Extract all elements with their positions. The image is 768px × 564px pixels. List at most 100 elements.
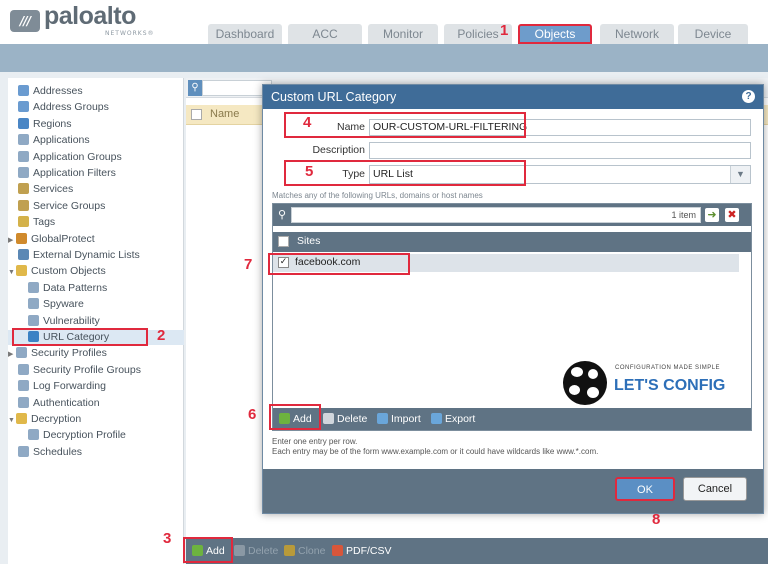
entry-hint-line2: Each entry may be of the form www.exampl… (272, 447, 599, 456)
expand-icon[interactable]: ▶ (8, 233, 16, 248)
sidebar-item-label: Spyware (43, 298, 84, 311)
select-all-checkbox[interactable] (191, 109, 202, 120)
clone-icon (284, 545, 295, 556)
sites-delete-label: Delete (337, 413, 368, 425)
annotation-number-8: 8 (652, 511, 661, 528)
pdf-csv-button[interactable]: PDF/CSV (332, 542, 392, 560)
clear-filter-icon[interactable]: ✖ (725, 208, 739, 222)
sidebar-item-external-dynamic-lists[interactable]: External Dynamic Lists (8, 248, 158, 263)
clone-label: Clone (298, 545, 326, 557)
lock-icon (16, 413, 27, 424)
sidebar-item-globalprotect[interactable]: ▶ GlobalProtect (8, 232, 158, 247)
sites-import-label: Import (391, 413, 421, 425)
application-groups-icon (18, 150, 29, 162)
column-name[interactable]: Name (210, 108, 239, 120)
ok-button[interactable]: OK (615, 477, 675, 501)
clone-button[interactable]: Clone (284, 542, 325, 560)
sidebar-item-application-groups[interactable]: Application Groups (8, 150, 158, 165)
cancel-button[interactable]: Cancel (683, 477, 747, 501)
sidebar-item-application-filters[interactable]: Application Filters (8, 166, 158, 181)
filter-icon (18, 167, 29, 178)
annotation-box-sites-add (269, 404, 321, 430)
sidebar-item-label: Decryption (31, 413, 82, 425)
folder-icon (16, 265, 27, 277)
sidebar-item-label: Schedules (33, 445, 83, 458)
sidebar-item-vulnerability[interactable]: Vulnerability (8, 314, 158, 329)
data-patterns-icon (28, 281, 39, 293)
help-icon[interactable]: ? (742, 90, 755, 103)
sidebar-item-spyware[interactable]: Spyware (8, 297, 158, 312)
sidebar-item-label: Decryption Profile (43, 429, 126, 442)
delete-label: Delete (248, 545, 279, 557)
sites-export-label: Export (445, 413, 476, 425)
sites-column[interactable]: Sites (297, 235, 320, 247)
sites-export-button[interactable]: Export (431, 410, 475, 428)
tab-objects[interactable]: Objects (518, 24, 592, 44)
service-groups-icon (18, 199, 29, 211)
tab-dashboard[interactable]: Dashboard (208, 24, 282, 44)
tab-acc[interactable]: ACC (288, 24, 362, 44)
search-icon[interactable]: ⚲ (275, 207, 289, 223)
bottom-toolbar: Add Delete Clone PDF/CSV (186, 538, 768, 564)
sidebar-item-label: Address Groups (33, 101, 109, 114)
sidebar-item-label: Data Patterns (43, 281, 108, 294)
sidebar-item-label: Applications (33, 134, 90, 147)
delete-button[interactable]: Delete (234, 542, 278, 560)
sidebar-item-service-groups[interactable]: Service Groups (8, 199, 158, 214)
sidebar-item-applications[interactable]: Applications (8, 133, 158, 148)
sites-delete-button[interactable]: Delete (323, 410, 367, 428)
sidebar-item-label: Security Profiles (31, 347, 107, 360)
collapse-icon[interactable]: ▼ (8, 413, 16, 428)
sidebar-item-label: Tags (33, 216, 56, 229)
search-icon[interactable]: ⚲ (188, 80, 202, 96)
tab-device[interactable]: Device (678, 24, 748, 44)
match-hint: Matches any of the following URLs, domai… (272, 191, 483, 200)
description-input[interactable] (369, 142, 751, 159)
sites-select-all-checkbox[interactable] (278, 236, 289, 247)
annotation-number-3: 3 (163, 530, 172, 547)
addresses-icon (18, 85, 29, 96)
collapse-icon[interactable]: ▼ (8, 265, 16, 280)
tab-network[interactable]: Network (600, 24, 674, 44)
header-bar (0, 44, 768, 72)
import-icon (377, 413, 388, 424)
sidebar-item-data-patterns[interactable]: Data Patterns (8, 281, 158, 296)
annotation-number-4: 4 (303, 114, 312, 131)
spyware-icon (28, 298, 39, 310)
chevron-down-icon[interactable]: ▼ (730, 166, 750, 183)
sidebar-item-label: Security Profile Groups (33, 363, 141, 376)
sites-filter-input[interactable]: 1 item (291, 207, 701, 223)
watermark-brand: LET'S CONFIG (614, 377, 726, 394)
dialog-title: Custom URL Category (271, 90, 397, 104)
sidebar-item-services[interactable]: Services (8, 182, 158, 197)
sidebar-item-tags[interactable]: Tags (8, 215, 158, 230)
sites-import-button[interactable]: Import (377, 410, 421, 428)
sidebar-item-security-profile-groups[interactable]: Security Profile Groups (8, 363, 158, 378)
expand-icon[interactable]: ▶ (8, 347, 16, 362)
sidebar-item-custom-objects[interactable]: ▼ Custom Objects (8, 264, 158, 279)
sidebar-item-label: Regions (33, 117, 72, 130)
sidebar-item-log-forwarding[interactable]: Log Forwarding (8, 379, 158, 394)
vulnerability-icon (28, 314, 39, 326)
sidebar-item-security-profiles[interactable]: ▶ Security Profiles (8, 346, 158, 361)
sidebar-item-schedules[interactable]: Schedules (8, 445, 158, 460)
sidebar-item-address-groups[interactable]: Address Groups (8, 100, 158, 115)
address-groups-icon (18, 101, 29, 113)
sidebar-item-decryption-profile[interactable]: Decryption Profile (8, 428, 158, 443)
pdf-icon (332, 545, 343, 556)
entry-hint-line1: Enter one entry per row. (272, 437, 358, 446)
dialog-footer: OK Cancel (263, 469, 763, 513)
sites-table-header: Sites (273, 232, 751, 252)
apply-filter-icon[interactable]: ➜ (705, 208, 719, 222)
sidebar-item-regions[interactable]: Regions (8, 117, 158, 132)
globe-icon (18, 117, 29, 129)
services-icon (18, 183, 29, 195)
sidebar-item-addresses[interactable]: Addresses (8, 84, 158, 99)
sidebar-item-decryption[interactable]: ▼ Decryption (8, 412, 158, 427)
sidebar-item-authentication[interactable]: Authentication (8, 396, 158, 411)
sidebar-item-label: Services (33, 183, 74, 196)
annotation-box-site (268, 253, 410, 275)
sidebar-item-label: Service Groups (33, 199, 106, 212)
annotation-number-2: 2 (157, 327, 166, 344)
tab-monitor[interactable]: Monitor (368, 24, 438, 44)
